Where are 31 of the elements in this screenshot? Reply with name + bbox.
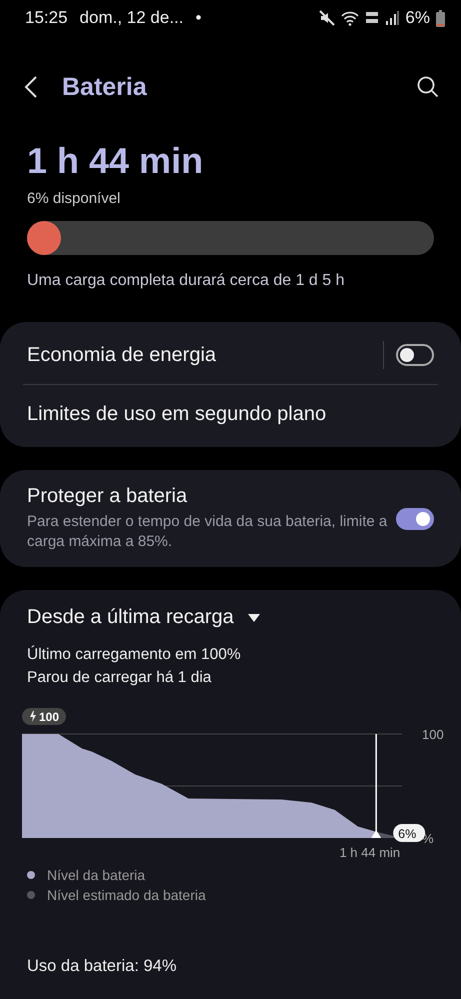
page-title: Bateria	[62, 72, 148, 102]
battery-icon	[436, 10, 445, 26]
toggle-switch[interactable]	[396, 344, 434, 366]
search-button[interactable]	[417, 76, 439, 98]
status-time: 15:25	[25, 8, 68, 28]
back-button[interactable]	[24, 76, 38, 98]
setting-label[interactable]: Economia de energia	[27, 344, 375, 366]
available-percent: 6% disponível	[27, 190, 122, 207]
time-label: 1 h 44 min	[339, 845, 400, 860]
legend-label: Nível estimado da bateria	[47, 886, 206, 905]
period-dropdown[interactable]: Desde a última recarga	[27, 606, 260, 629]
last-charge-text: Último carregamento em 100%	[27, 644, 242, 665]
signal-icon	[385, 11, 400, 25]
remaining-time: 1 h 44 min	[27, 140, 204, 182]
setting-label[interactable]: Limites de uso em segundo plano	[27, 402, 434, 426]
setting-description: Para estender o tempo de vida da sua bateria, limite a carga máxima a 85%.	[27, 512, 388, 552]
stopped-charging-text: Parou de carregar há 1 dia	[27, 668, 212, 688]
battery-percent: 6%	[405, 8, 430, 28]
setting-label[interactable]: Proteger a bateria	[27, 485, 396, 508]
full-charge-estimate: Uma carga completa durará cerca de 1 d 5 h	[27, 272, 346, 290]
battery-usage-total: Uso da bateria: 94%	[27, 957, 178, 976]
toggle-switch[interactable]	[396, 508, 434, 530]
mute-icon	[319, 10, 336, 26]
axis-tick-label: 100	[422, 727, 444, 742]
legend-label: Nível da bateria	[47, 866, 146, 885]
notification-dot: •	[196, 8, 202, 28]
dropdown-caret-icon	[248, 614, 260, 622]
wifi-icon	[341, 10, 360, 26]
charge-marker: 100	[22, 708, 66, 725]
status-date: dom., 12 de...	[80, 8, 184, 28]
marker-triangle-icon	[371, 830, 382, 838]
